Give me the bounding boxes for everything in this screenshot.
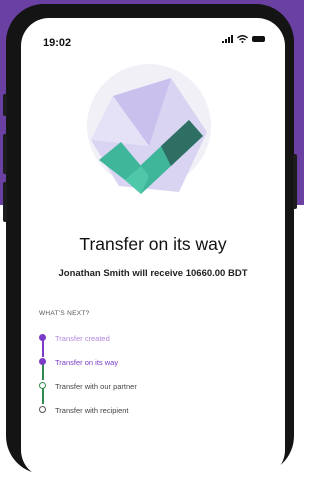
step-current-dot xyxy=(39,358,46,365)
power-button xyxy=(293,154,297,209)
status-bar: 19:02 xyxy=(21,18,285,54)
step-connector-line xyxy=(42,339,44,357)
volume-down-button xyxy=(3,182,7,222)
phone-screen: 19:02 Transfer on its way Jonathan Smith… xyxy=(21,18,285,478)
transfer-message: Jonathan Smith will receive 10660.00 BDT xyxy=(58,268,248,279)
step-label: Transfer created xyxy=(55,334,110,343)
phone-frame: 19:02 Transfer on its way Jonathan Smith… xyxy=(3,4,297,478)
status-icons xyxy=(222,35,265,43)
step-pending-dot xyxy=(39,382,46,389)
mute-switch xyxy=(3,94,7,116)
checkmark-illustration-icon xyxy=(87,64,211,194)
wifi-icon xyxy=(237,35,248,43)
signal-icon xyxy=(222,35,233,43)
hero-illustration xyxy=(21,54,285,224)
step-done-dot xyxy=(39,334,46,341)
step-pending-dot xyxy=(39,406,46,413)
step-label: Transfer with recipient xyxy=(55,406,129,415)
whats-next-label: WHAT'S NEXT? xyxy=(39,310,90,317)
step-label: Transfer with our partner xyxy=(55,382,137,391)
step-label: Transfer on its way xyxy=(55,358,119,367)
status-time: 19:02 xyxy=(43,37,72,49)
transfer-title: Transfer on its way xyxy=(79,234,227,254)
battery-icon xyxy=(252,36,265,42)
volume-up-button xyxy=(3,134,7,174)
